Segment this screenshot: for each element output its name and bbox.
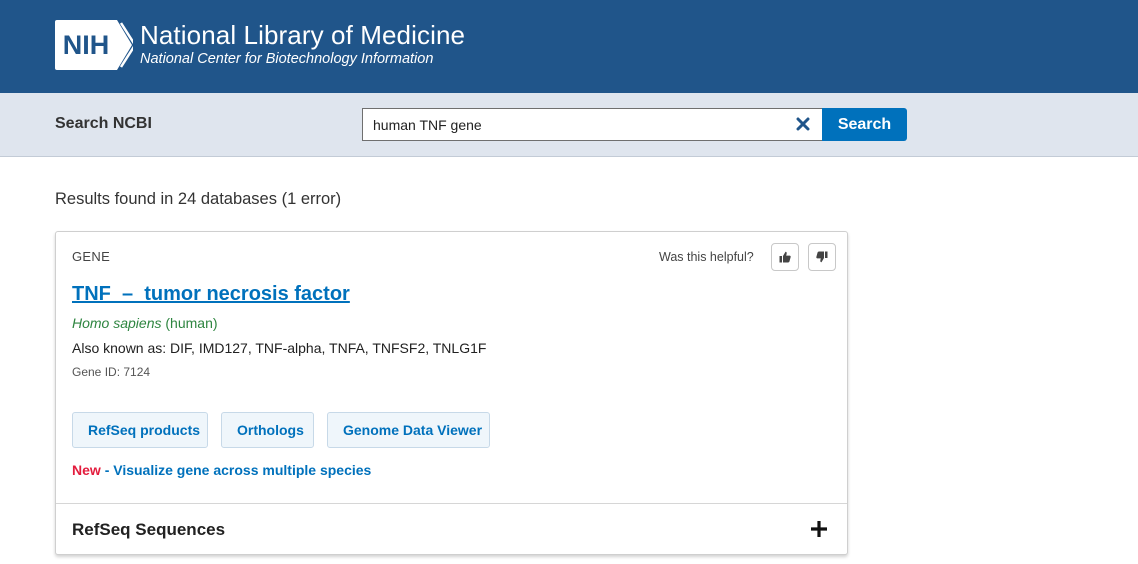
thumbs-down-icon xyxy=(816,251,828,263)
organism-common-name: (human) xyxy=(165,315,218,331)
close-icon[interactable] xyxy=(796,117,810,131)
thumbs-up-button[interactable] xyxy=(771,243,799,271)
search-input[interactable] xyxy=(363,109,783,140)
thumbs-down-button[interactable] xyxy=(808,243,836,271)
nih-header: NIH National Library of Medicine Nationa… xyxy=(0,0,1138,93)
gene-title-link[interactable]: TNF – tumor necrosis factor xyxy=(72,283,350,306)
site-title[interactable]: National Library of Medicine xyxy=(140,20,465,51)
site-subtitle: National Center for Biotechnology Inform… xyxy=(140,51,434,67)
orthologs-button[interactable]: Orthologs xyxy=(221,412,314,448)
thumbs-up-icon xyxy=(779,251,791,263)
new-feature-line: New - Visualize gene across multiple spe… xyxy=(72,462,371,478)
search-button[interactable]: Search xyxy=(822,108,907,141)
genome-data-viewer-button[interactable]: Genome Data Viewer xyxy=(327,412,490,448)
gene-id: Gene ID: 7124 xyxy=(72,365,151,379)
database-label: GENE xyxy=(72,249,111,264)
search-label: Search NCBI xyxy=(55,115,152,132)
refseq-sequences-heading[interactable]: RefSeq Sequences xyxy=(72,520,225,540)
organism: Homo sapiens (human) xyxy=(72,315,218,331)
plus-icon[interactable] xyxy=(810,520,828,538)
organism-scientific-name: Homo sapiens xyxy=(72,315,162,331)
nih-logo-text: NIH xyxy=(63,30,110,60)
nih-logo[interactable]: NIH xyxy=(55,20,133,70)
search-bar: Search NCBI Search xyxy=(0,93,1138,157)
refseq-products-button[interactable]: RefSeq products xyxy=(72,412,208,448)
feedback-prompt: Was this helpful? xyxy=(659,250,754,264)
gene-aliases: Also known as: DIF, IMD127, TNF-alpha, T… xyxy=(72,340,487,356)
new-badge: New xyxy=(72,462,101,478)
visualize-species-link[interactable]: - Visualize gene across multiple species xyxy=(105,462,372,478)
results-summary: Results found in 24 databases (1 error) xyxy=(55,190,342,208)
search-field xyxy=(362,108,824,141)
card-divider xyxy=(56,503,847,504)
gene-result-card: GENE Was this helpful? TNF – tumor necro… xyxy=(55,231,848,555)
